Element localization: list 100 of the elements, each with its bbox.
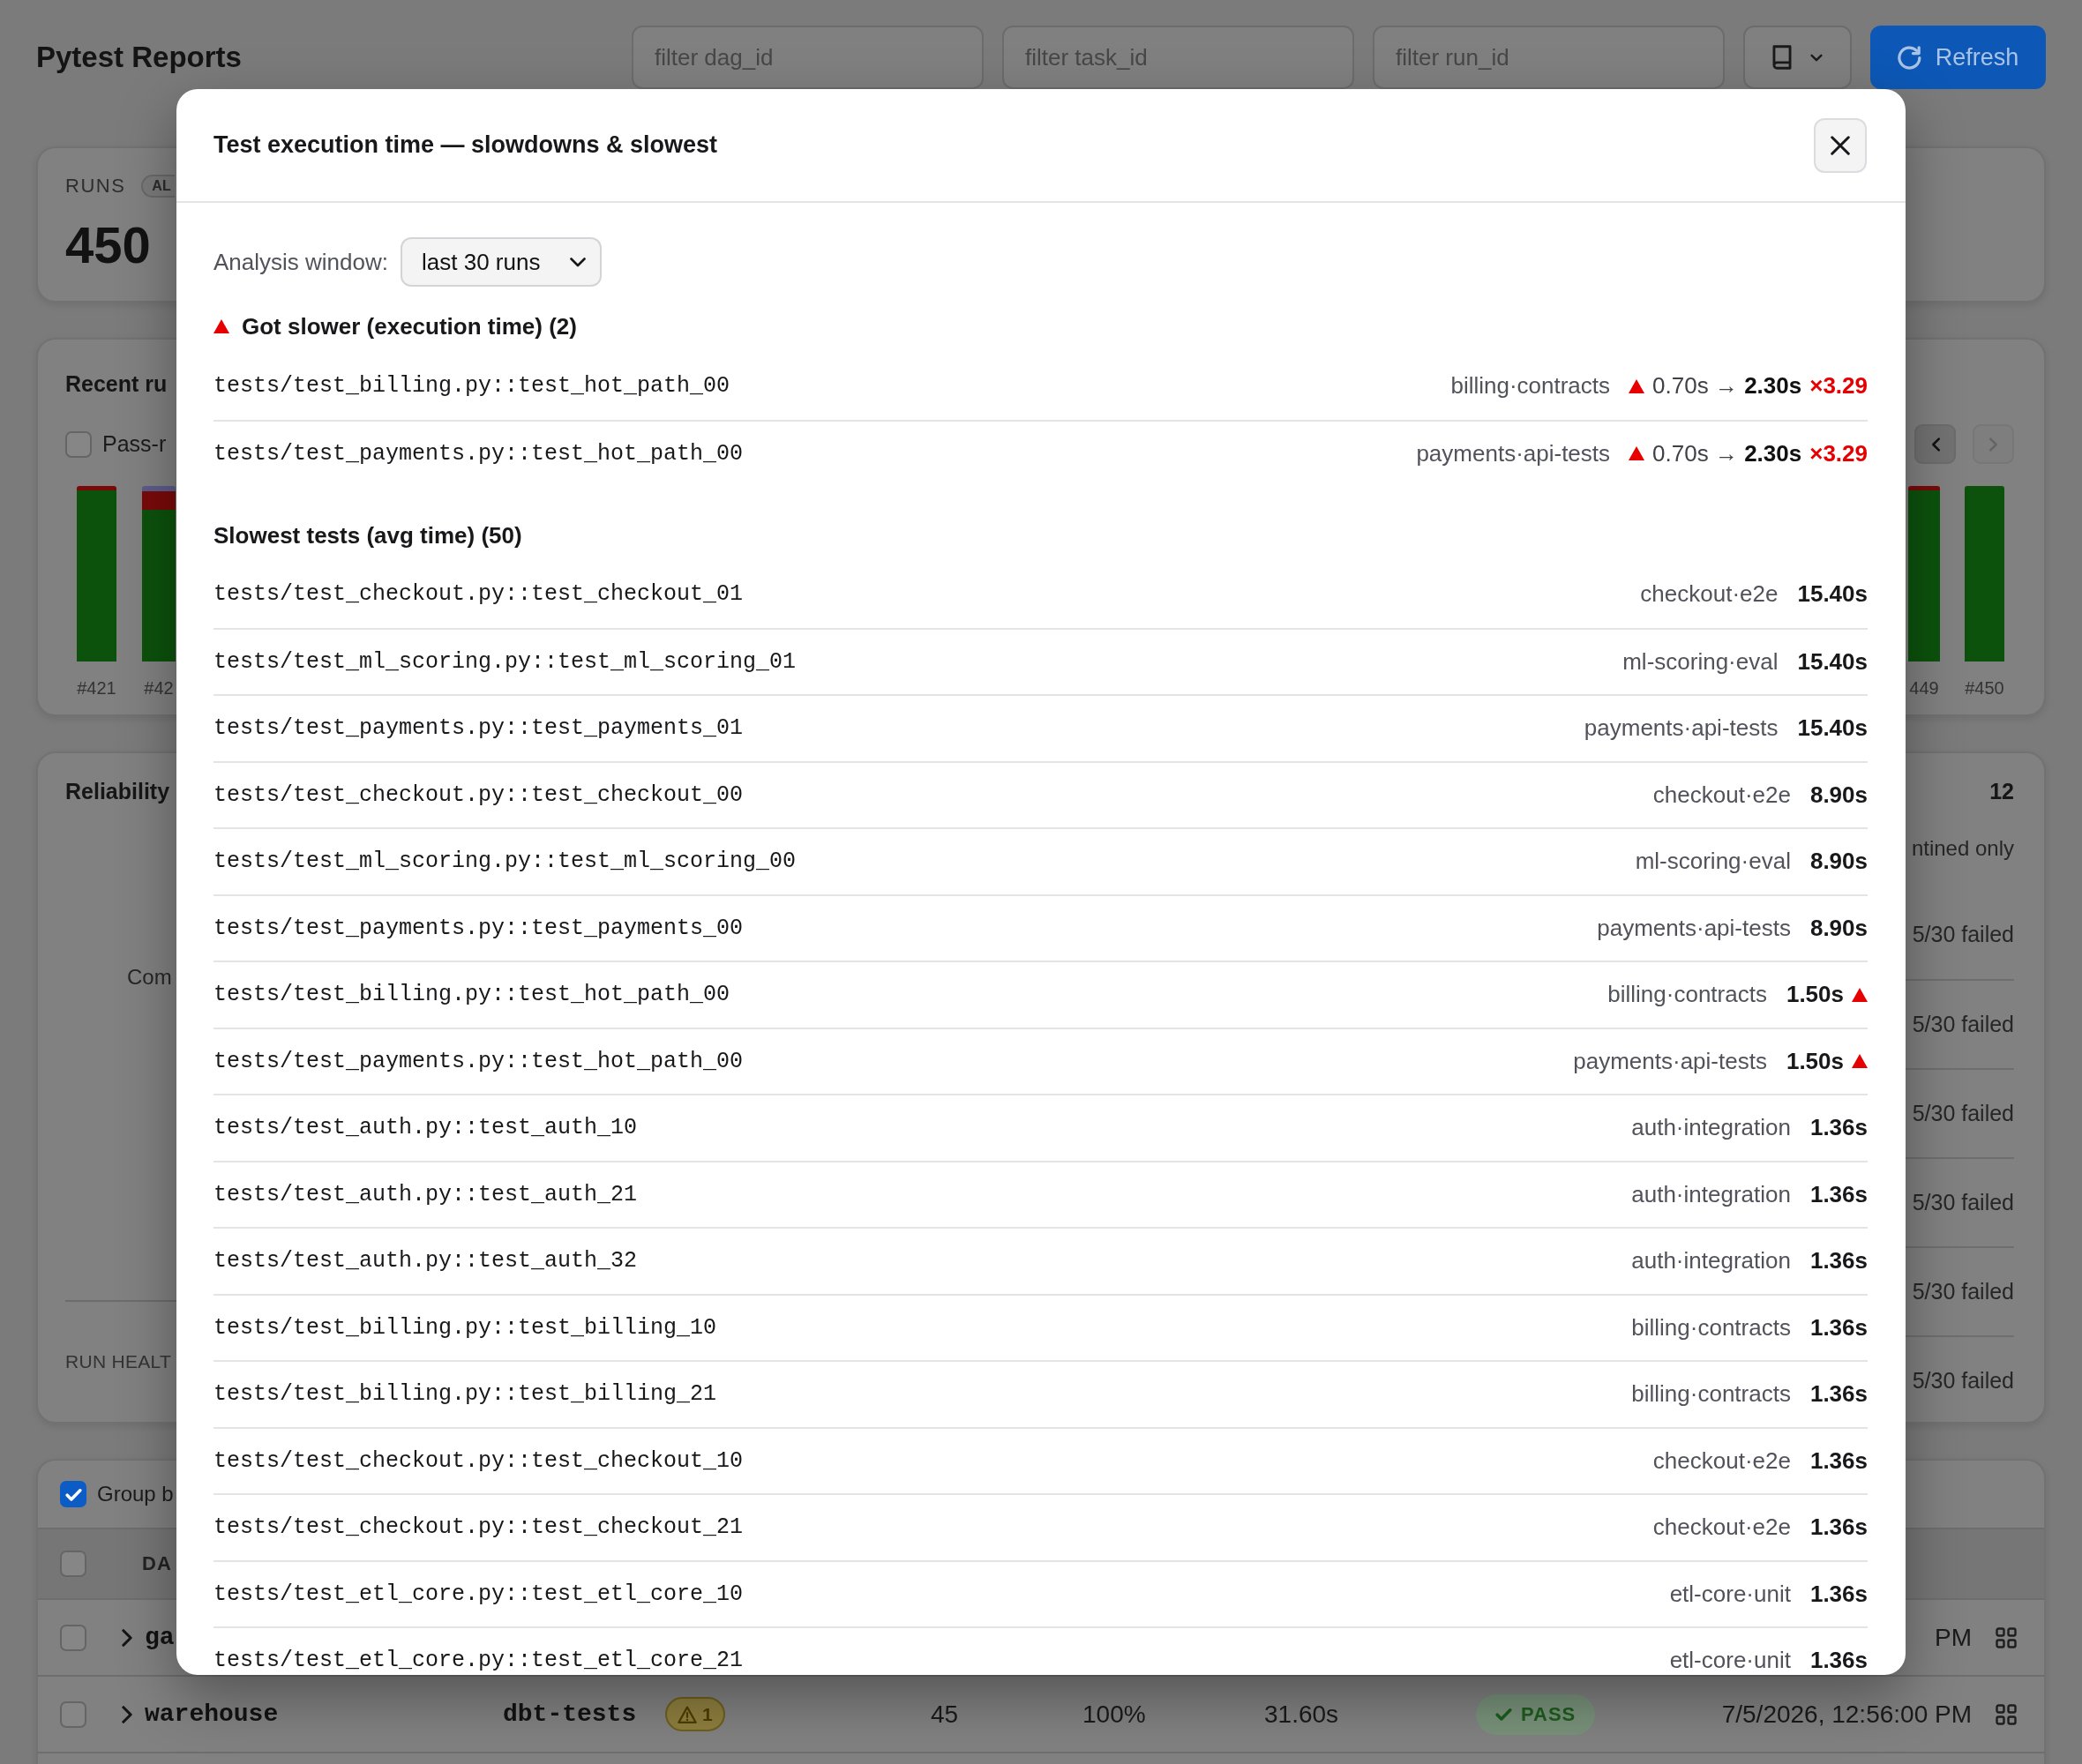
test-name: tests/test_checkout.py::test_checkout_00 bbox=[213, 781, 744, 808]
card-title: Reliability bbox=[65, 778, 170, 805]
dialog-title: Test execution time — slowdowns & slowest bbox=[213, 131, 718, 159]
dag-name: warehouse bbox=[145, 1700, 279, 1728]
task-name: dbt-tests bbox=[503, 1700, 637, 1728]
test-name: tests/test_checkout.py::test_checkout_01 bbox=[213, 581, 744, 608]
suite-name: checkout·e2e bbox=[1652, 781, 1791, 809]
suite-name: etl-core·unit bbox=[1669, 1647, 1791, 1675]
suite-name: ml-scoring·eval bbox=[1635, 848, 1791, 876]
test-name: tests/test_ml_scoring.py::test_ml_scoring_00 bbox=[213, 848, 797, 875]
triangle-icon bbox=[1629, 446, 1645, 461]
grid-icon[interactable] bbox=[1996, 1626, 2017, 1648]
suite-name: billing·contracts bbox=[1631, 1380, 1791, 1409]
analysis-window-select[interactable]: last 30 runs bbox=[401, 237, 602, 287]
caret-icon bbox=[1810, 53, 1823, 62]
checkbox[interactable] bbox=[60, 1481, 86, 1507]
avg-duration: 8.90s bbox=[1809, 848, 1868, 876]
avg-duration: 1.36s bbox=[1809, 1380, 1868, 1409]
card-title: Recent ru bbox=[65, 370, 168, 398]
scope-badge: AL bbox=[141, 175, 175, 198]
avg-duration: 1.50s bbox=[1786, 981, 1844, 1009]
table-cell: 100% bbox=[1082, 1700, 1146, 1729]
section-heading: Slowest tests (avg time) (50) bbox=[213, 521, 522, 549]
count-text: 12 bbox=[1989, 778, 2014, 805]
suite-name: ml-scoring·eval bbox=[1622, 647, 1779, 676]
failure-count: 5/30 failed bbox=[1912, 1190, 2014, 1215]
timestamp: PM bbox=[1935, 1623, 1972, 1652]
check-icon bbox=[64, 1487, 82, 1501]
suite-name: auth·integration bbox=[1631, 1114, 1791, 1142]
table-cell: 31.60s bbox=[1264, 1700, 1339, 1729]
chart-message: Com bbox=[127, 964, 172, 990]
checkbox[interactable] bbox=[65, 430, 92, 458]
test-name: tests/test_checkout.py::test_checkout_21 bbox=[213, 1514, 744, 1541]
avg-duration: 15.40s bbox=[1797, 714, 1868, 743]
suite-name: auth·integration bbox=[1631, 1247, 1791, 1275]
failure-count: 5/30 failed bbox=[1912, 1101, 2014, 1126]
filter-field[interactable]: filter task_id bbox=[1002, 26, 1354, 89]
book-icon bbox=[1772, 45, 1792, 70]
checkbox[interactable] bbox=[60, 1700, 86, 1728]
refresh-icon bbox=[1897, 45, 1921, 70]
avg-duration: 1.50s bbox=[1786, 1047, 1844, 1075]
test-name: tests/test_ml_scoring.py::test_ml_scoring_01 bbox=[213, 648, 797, 675]
suite-name: checkout·e2e bbox=[1652, 1514, 1791, 1542]
avg-duration: 15.40s bbox=[1797, 580, 1868, 609]
test-name: tests/test_billing.py::test_billing_10 bbox=[213, 1314, 717, 1341]
grid-icon[interactable] bbox=[1996, 1703, 2017, 1725]
filter-field[interactable]: filter run_id bbox=[1373, 26, 1725, 89]
triangle-icon bbox=[213, 319, 229, 333]
chevron-down-icon bbox=[570, 257, 586, 267]
warning-count: 1 bbox=[702, 1703, 713, 1725]
slowdown-ratio: ×3.29 bbox=[1809, 439, 1868, 467]
failure-count: 5/30 failed bbox=[1912, 1012, 2014, 1037]
suite-name: etl-core·unit bbox=[1669, 1580, 1791, 1608]
test-name: tests/test_billing.py::test_hot_path_00 bbox=[213, 982, 730, 1008]
suite-name: payments·api-tests bbox=[1597, 914, 1791, 942]
stat-value: 450 bbox=[65, 219, 151, 272]
slowdown-ratio: ×3.29 bbox=[1809, 372, 1868, 400]
section-heading: Got slower (execution time) (2) bbox=[242, 312, 577, 340]
avg-duration: 1.36s bbox=[1809, 1313, 1868, 1342]
failure-count: 5/30 failed bbox=[1912, 1368, 2014, 1394]
warning-icon bbox=[678, 1705, 697, 1723]
chevron-right-icon[interactable] bbox=[122, 1705, 132, 1723]
stat-label: RUNS bbox=[65, 174, 126, 198]
avg-duration: 1.36s bbox=[1809, 1514, 1868, 1542]
field-label: Analysis window: bbox=[213, 248, 388, 276]
bar-label: #450 bbox=[1965, 677, 2004, 699]
checkbox-label: Pass-r bbox=[102, 431, 167, 457]
bar-label: #421 bbox=[77, 677, 116, 699]
test-name: tests/test_billing.py::test_hot_path_00 bbox=[213, 373, 730, 400]
check-icon bbox=[1495, 1708, 1512, 1721]
suite-name: auth·integration bbox=[1631, 1180, 1791, 1208]
checkbox[interactable] bbox=[60, 1624, 86, 1651]
test-name: tests/test_auth.py::test_auth_21 bbox=[213, 1181, 638, 1207]
avg-duration: 15.40s bbox=[1797, 647, 1868, 676]
chevron-left-icon[interactable] bbox=[1930, 437, 1940, 452]
test-name: tests/test_auth.py::test_auth_10 bbox=[213, 1115, 638, 1141]
bar-label: #42 bbox=[144, 677, 174, 699]
filter-field[interactable]: filter dag_id bbox=[632, 26, 984, 89]
suite-name: billing·contracts bbox=[1607, 981, 1767, 1009]
close-button[interactable] bbox=[1814, 117, 1867, 173]
chevron-right-icon[interactable] bbox=[122, 1628, 132, 1647]
app-title: Pytest Reports bbox=[36, 41, 242, 74]
previous-page-button[interactable] bbox=[1914, 424, 1956, 464]
avg-duration: 8.90s bbox=[1809, 914, 1868, 942]
test-name: tests/test_etl_core.py::test_etl_core_10 bbox=[213, 1581, 744, 1607]
checkbox[interactable] bbox=[60, 1551, 86, 1577]
column-header: DA bbox=[142, 1552, 172, 1575]
test-name: tests/test_payments.py::test_payments_00 bbox=[213, 915, 744, 941]
dropdown-button[interactable] bbox=[1743, 26, 1852, 89]
failure-count: 5/30 failed bbox=[1912, 922, 2014, 947]
dag-name: ga bbox=[145, 1624, 175, 1651]
test-name: tests/test_payments.py::test_payments_01 bbox=[213, 715, 744, 742]
timestamp: 7/5/2026, 12:56:00 PM bbox=[1721, 1700, 1972, 1729]
status-text: PASS bbox=[1521, 1702, 1576, 1726]
refresh-button[interactable]: Refresh bbox=[1870, 26, 2046, 89]
bar-label: 449 bbox=[1909, 677, 1939, 699]
avg-duration: 1.36s bbox=[1809, 1580, 1868, 1608]
test-name: tests/test_checkout.py::test_checkout_10 bbox=[213, 1447, 744, 1474]
avg-duration: 1.36s bbox=[1809, 1247, 1868, 1275]
avg-duration: 1.36s bbox=[1809, 1446, 1868, 1475]
